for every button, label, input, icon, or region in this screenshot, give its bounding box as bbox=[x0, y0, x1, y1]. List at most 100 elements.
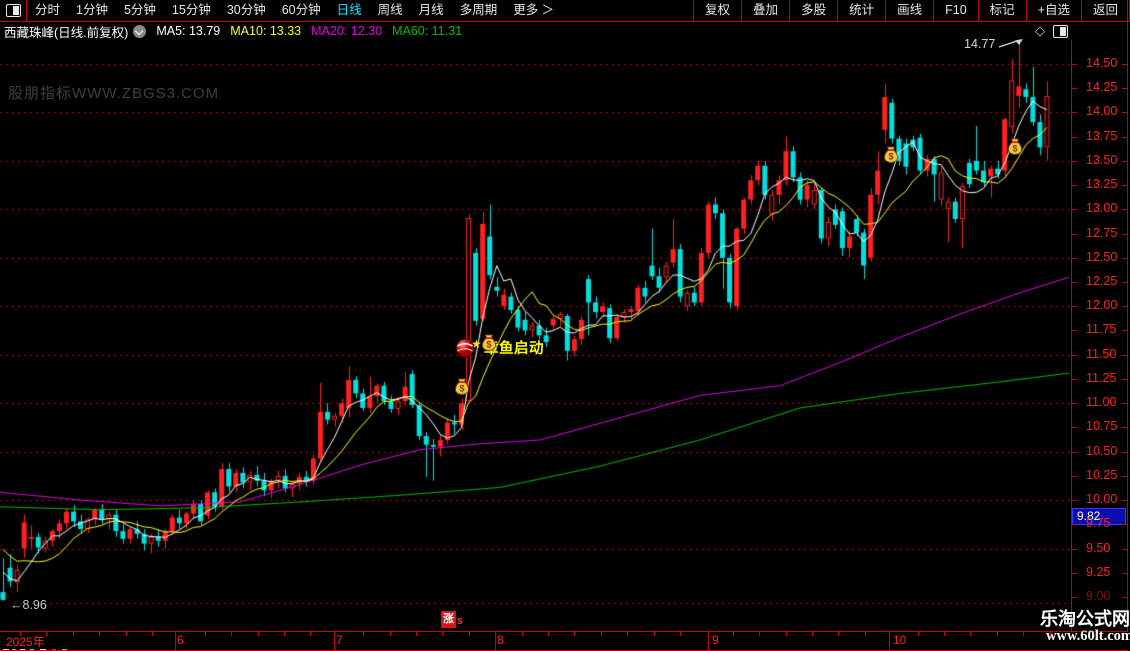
y-axis-tick bbox=[1072, 403, 1077, 405]
y-axis-tick bbox=[1072, 64, 1077, 65]
month-divider bbox=[175, 632, 176, 650]
y-axis-tick bbox=[1072, 548, 1077, 550]
y-axis-label: 9.50 bbox=[1086, 540, 1111, 555]
y-axis-label: 14.25 bbox=[1086, 80, 1118, 95]
y-axis-tick bbox=[1122, 451, 1127, 453]
date-tick bbox=[680, 632, 681, 636]
date-tick bbox=[152, 632, 153, 636]
y-axis-label: 11.75 bbox=[1086, 322, 1117, 337]
date-tick bbox=[416, 632, 417, 636]
y-axis-label: 13.25 bbox=[1086, 177, 1118, 192]
date-tick bbox=[46, 632, 47, 636]
chevron-down-icon[interactable] bbox=[133, 24, 147, 38]
y-axis-tick bbox=[1122, 88, 1127, 90]
low-price-annotation: ←8.96 bbox=[10, 598, 47, 612]
y-axis-label: 10.00 bbox=[1086, 492, 1118, 507]
action-button-复权[interactable]: 复权 bbox=[694, 0, 743, 21]
y-axis-tick bbox=[1072, 427, 1077, 429]
period-tab-分时[interactable]: 分时 bbox=[27, 0, 68, 21]
date-tick bbox=[654, 632, 655, 636]
ma-label: MA20: 12.30 bbox=[311, 24, 383, 38]
y-axis-tick bbox=[1122, 548, 1127, 550]
y-axis-label: 9.25 bbox=[1086, 564, 1111, 579]
y-axis-tick bbox=[1072, 160, 1077, 162]
date-tick bbox=[970, 632, 971, 636]
high-arrow-icon bbox=[998, 39, 1023, 48]
action-button-画线[interactable]: 画线 bbox=[886, 0, 935, 21]
date-label: 8 bbox=[497, 633, 504, 647]
action-button-返回[interactable]: 返回 bbox=[1082, 0, 1130, 21]
date-tick bbox=[574, 632, 575, 636]
period-tab-周线[interactable]: 周线 bbox=[370, 0, 411, 21]
y-axis-label: 14.50 bbox=[1086, 56, 1118, 70]
split-pane-icon bbox=[5, 4, 21, 17]
y-axis-label: 12.50 bbox=[1086, 249, 1118, 264]
date-tick bbox=[812, 632, 813, 636]
period-tab-1分钟[interactable]: 1分钟 bbox=[68, 0, 116, 21]
date-tick bbox=[944, 632, 945, 636]
date-tick bbox=[522, 632, 523, 636]
y-axis-tick bbox=[1072, 500, 1077, 502]
y-axis-label: 12.25 bbox=[1086, 274, 1118, 289]
date-tick bbox=[1023, 632, 1024, 636]
y-axis-tick bbox=[1072, 451, 1077, 453]
y-axis-tick bbox=[1072, 475, 1077, 477]
date-tick bbox=[865, 632, 866, 636]
month-divider bbox=[889, 632, 890, 650]
top-toolbar: 分时 1分钟 5分钟 15分钟 30分钟 60分钟 日线 周线 月线 多周期 更多 ＞ 复权 叠加 多股… bbox=[0, 0, 1130, 22]
ma-label: MA10: 13.33 bbox=[230, 24, 302, 38]
date-label: 10 bbox=[893, 633, 907, 647]
date-tick bbox=[759, 632, 760, 636]
y-axis-tick bbox=[1122, 427, 1127, 429]
title-bar-icons: ◇ bbox=[1035, 23, 1068, 39]
date-tick bbox=[284, 632, 285, 636]
chart-title-bar: 西藏珠峰(日线.前复权) MA5: 13.79 MA10: 13.33 MA20: … bbox=[0, 22, 1130, 40]
period-tab-日线[interactable]: 日线 bbox=[329, 0, 370, 21]
action-button-标记[interactable]: 标记 bbox=[979, 0, 1027, 21]
period-tab-60分钟[interactable]: 60分钟 bbox=[274, 0, 329, 21]
high-price-annotation: 14.77 bbox=[964, 37, 996, 51]
y-axis-tick bbox=[1122, 257, 1127, 259]
period-tab-15分钟[interactable]: 15分钟 bbox=[164, 0, 219, 21]
period-tab-30分钟[interactable]: 30分钟 bbox=[219, 0, 274, 21]
y-axis-tick bbox=[1122, 136, 1127, 138]
action-button-多股[interactable]: 多股 bbox=[790, 0, 839, 21]
date-tick bbox=[997, 632, 998, 636]
date-tick bbox=[310, 632, 311, 636]
diamond-icon[interactable]: ◇ bbox=[1035, 23, 1045, 39]
y-axis-tick bbox=[1122, 282, 1127, 284]
tdx-stock-chart-window: { "toolbar": { "periods": [ {"label":"分时… bbox=[0, 0, 1130, 651]
period-tabs: 分时 1分钟 5分钟 15分钟 30分钟 60分钟 日线 周线 月线 多周期 更多 ＞ bbox=[27, 0, 693, 21]
red-ball-icon bbox=[455, 338, 475, 358]
period-tab-更多 ＞[interactable]: 更多 ＞ bbox=[505, 0, 562, 21]
date-tick bbox=[205, 632, 206, 636]
split-pane-icon[interactable] bbox=[1053, 24, 1068, 38]
y-axis-label: 12.00 bbox=[1086, 298, 1118, 313]
ma-label: MA5: 13.79 bbox=[156, 24, 221, 38]
date-tick bbox=[73, 632, 74, 636]
money-bag-icon: $ bbox=[482, 334, 496, 351]
y-axis-tick bbox=[1072, 136, 1077, 138]
y-axis-tick bbox=[1122, 306, 1127, 308]
svg-text:$: $ bbox=[459, 383, 464, 393]
candlestick-chart-canvas[interactable] bbox=[0, 40, 1071, 631]
y-axis-tick bbox=[1122, 596, 1127, 598]
month-divider bbox=[334, 632, 335, 650]
action-button-叠加[interactable]: 叠加 bbox=[742, 0, 791, 21]
y-axis-tick bbox=[1072, 185, 1077, 187]
period-tab-月线[interactable]: 月线 bbox=[411, 0, 452, 21]
action-button-+自选[interactable]: +自选 bbox=[1027, 0, 1082, 21]
ma-value-labels: MA5: 13.79 MA10: 13.33 MA20: 12.30 MA60: 11… bbox=[156, 24, 472, 38]
date-tick bbox=[126, 632, 127, 636]
action-button-统计[interactable]: 统计 bbox=[838, 0, 887, 21]
period-tab-多周期[interactable]: 多周期 bbox=[452, 0, 506, 21]
action-button-F10[interactable]: F10 bbox=[934, 0, 979, 21]
date-tick bbox=[786, 632, 787, 636]
layout-toggle-button[interactable] bbox=[0, 0, 27, 21]
date-tick bbox=[469, 632, 470, 636]
date-tick bbox=[442, 632, 443, 636]
period-tab-5分钟[interactable]: 5分钟 bbox=[116, 0, 164, 21]
date-tick bbox=[918, 632, 919, 636]
y-axis-label: 14.00 bbox=[1086, 104, 1118, 119]
y-axis-tick bbox=[1072, 524, 1077, 526]
